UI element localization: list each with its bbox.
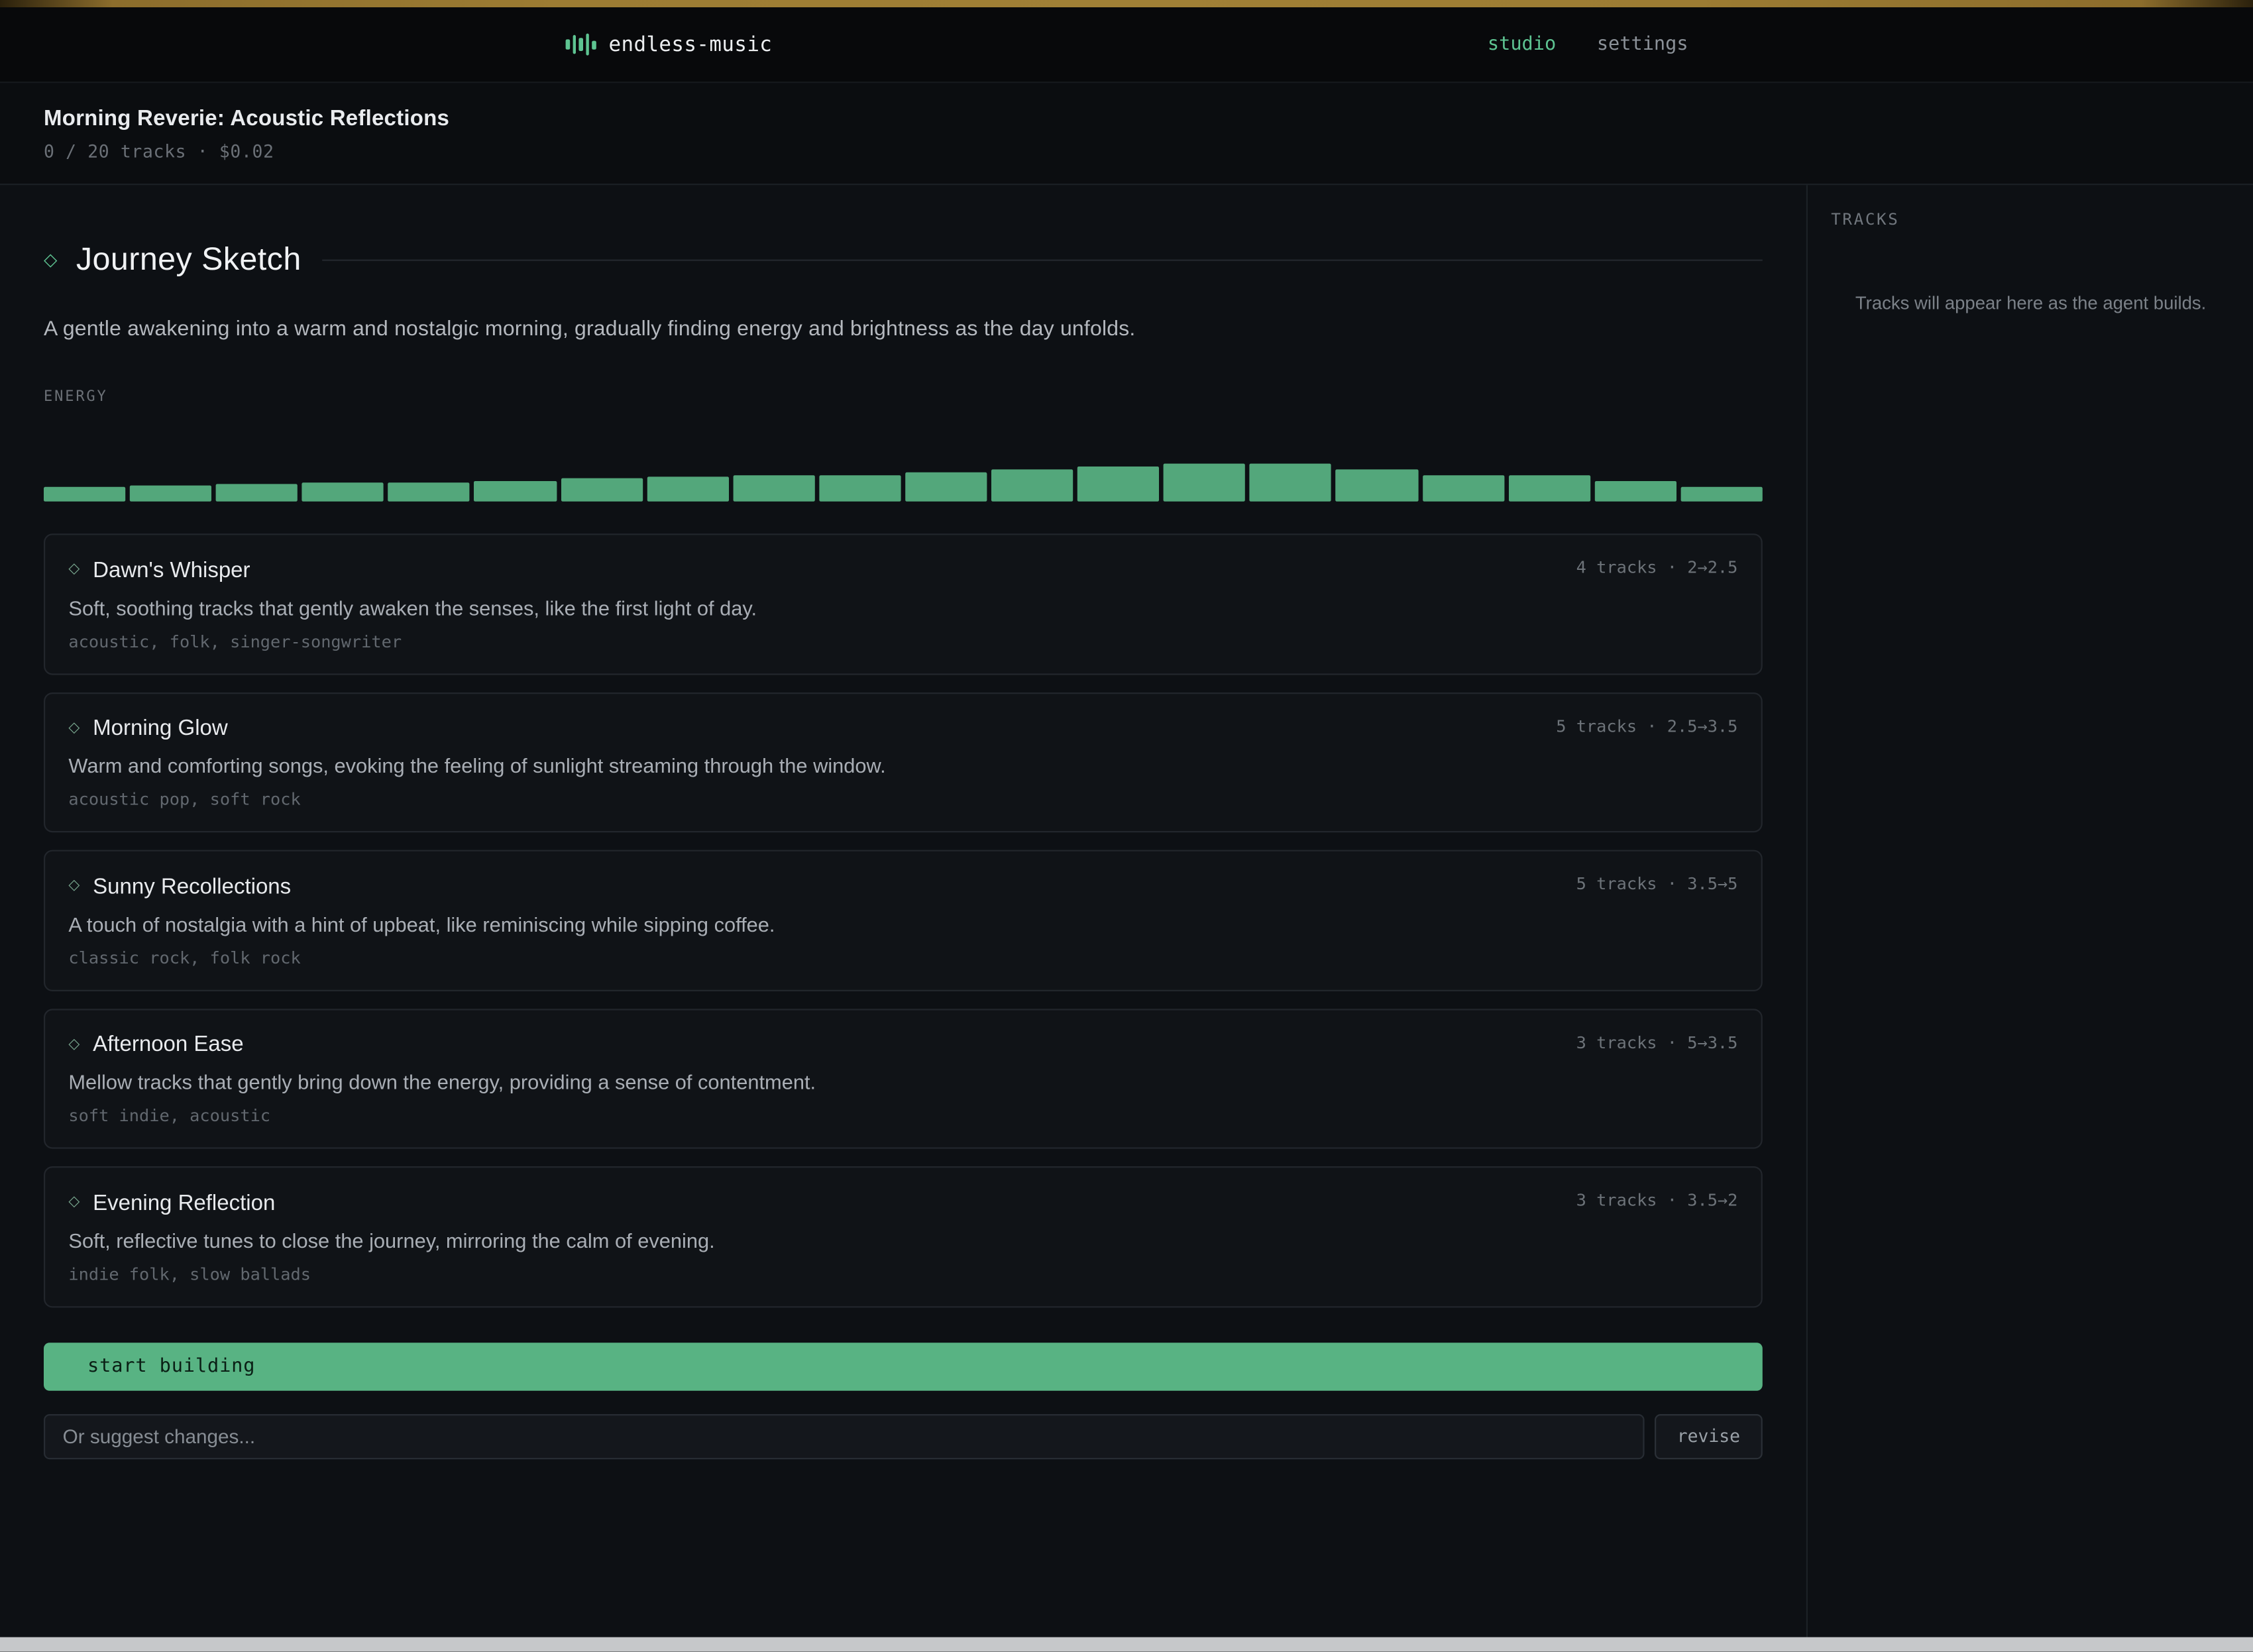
energy-bar — [1594, 481, 1676, 502]
energy-bar — [905, 472, 987, 502]
phase-description: Warm and comforting songs, evoking the f… — [68, 753, 1737, 777]
energy-bar — [302, 482, 384, 502]
phase-name: Afternoon Ease — [93, 1032, 243, 1057]
phase-head: ◇ Sunny Recollections 5 tracks · 3.5→5 — [68, 873, 1737, 899]
phase-head: ◇ Morning Glow 5 tracks · 2.5→3.5 — [68, 715, 1737, 741]
journey-description: A gentle awakening into a warm and nosta… — [44, 318, 1763, 341]
nav-studio[interactable]: studio — [1488, 34, 1556, 56]
phase-genres: classic rock, folk rock — [68, 947, 1737, 967]
energy-bar — [991, 469, 1073, 501]
diamond-icon: ◇ — [68, 1037, 80, 1052]
phase-meta: 5 tracks · 3.5→5 — [1576, 873, 1738, 894]
project-header: Morning Reverie: Acoustic Reflections 0 … — [0, 83, 2253, 185]
phase-card: ◇ Evening Reflection 3 tracks · 3.5→2 Soft,… — [44, 1166, 1763, 1307]
phase-genres: acoustic pop, soft rock — [68, 789, 1737, 809]
phase-genres: indie folk, slow ballads — [68, 1263, 1737, 1284]
energy-bar — [1164, 464, 1245, 502]
phase-meta: 3 tracks · 5→3.5 — [1576, 1032, 1738, 1052]
energy-bar — [1680, 487, 1762, 502]
revise-button[interactable]: revise — [1655, 1413, 1763, 1459]
phase-meta: 3 tracks · 3.5→2 — [1576, 1189, 1738, 1210]
brand[interactable]: endless-music — [566, 33, 773, 56]
energy-bar — [130, 486, 211, 502]
app-window: endless-music studio settings Morning Re… — [0, 0, 2253, 1652]
phase-card: ◇ Sunny Recollections 5 tracks · 3.5→5 A to… — [44, 850, 1763, 991]
section-title: Journey Sketch — [76, 241, 302, 278]
energy-bar — [44, 487, 125, 502]
phase-head: ◇ Evening Reflection 3 tracks · 3.5→2 — [68, 1189, 1737, 1215]
tracks-heading: TRACKS — [1831, 210, 2230, 229]
diamond-icon: ◇ — [68, 879, 80, 894]
main-row: ◇ Journey Sketch A gentle awakening into… — [0, 185, 2253, 1637]
energy-bar — [1077, 467, 1159, 502]
top-accent-bar — [0, 0, 2253, 7]
energy-bar — [819, 475, 901, 502]
energy-bar — [1250, 464, 1331, 502]
phase-name: Dawn's Whisper — [93, 558, 250, 582]
phase-genres: soft indie, acoustic — [68, 1105, 1737, 1126]
energy-bar — [647, 476, 728, 501]
phase-card: ◇ Dawn's Whisper 4 tracks · 2→2.5 Soft, soo… — [44, 533, 1763, 674]
tracks-sidebar: TRACKS Tracks will appear here as the ag… — [1808, 185, 2253, 1637]
energy-bar — [1336, 469, 1417, 501]
phase-genres: acoustic, folk, singer-songwriter — [68, 631, 1737, 651]
energy-bar — [561, 478, 642, 502]
phase-name: Evening Reflection — [93, 1190, 275, 1215]
phase-card: ◇ Morning Glow 5 tracks · 2.5→3.5 Warm and … — [44, 692, 1763, 832]
energy-bar — [216, 484, 298, 501]
divider — [321, 259, 1762, 260]
energy-bar — [1422, 475, 1504, 502]
diamond-icon: ◇ — [44, 250, 57, 268]
phase-head: ◇ Dawn's Whisper 4 tracks · 2→2.5 — [68, 557, 1737, 582]
equalizer-icon — [566, 34, 596, 56]
energy-label: ENERGY — [44, 389, 1763, 405]
brand-name: endless-music — [609, 33, 773, 56]
tracks-empty-message: Tracks will appear here as the agent bui… — [1831, 293, 2230, 313]
phase-head: ◇ Afternoon Ease 3 tracks · 5→3.5 — [68, 1032, 1737, 1058]
energy-bar — [474, 481, 556, 502]
phase-name: Sunny Recollections — [93, 874, 291, 899]
journey-panel: ◇ Journey Sketch A gentle awakening into… — [0, 185, 1808, 1637]
phase-meta: 5 tracks · 2.5→3.5 — [1556, 715, 1737, 736]
suggest-row: revise — [44, 1413, 1763, 1459]
horizontal-scrollbar[interactable] — [0, 1637, 2253, 1652]
phase-list: ◇ Dawn's Whisper 4 tracks · 2→2.5 Soft, soo… — [44, 533, 1763, 1307]
energy-bar — [388, 482, 470, 502]
phase-description: Mellow tracks that gently bring down the… — [68, 1070, 1737, 1093]
phase-card: ◇ Afternoon Ease 3 tracks · 5→3.5 Mellow tr… — [44, 1008, 1763, 1148]
phase-description: A touch of nostalgia with a hint of upbe… — [68, 912, 1737, 935]
nav-settings[interactable]: settings — [1597, 34, 1688, 56]
energy-bar — [733, 475, 814, 502]
diamond-icon: ◇ — [68, 563, 80, 577]
project-title: Morning Reverie: Acoustic Reflections — [44, 106, 2210, 131]
phase-description: Soft, soothing tracks that gently awaken… — [68, 596, 1737, 619]
diamond-icon: ◇ — [68, 1195, 80, 1210]
energy-chart — [44, 411, 1763, 501]
phase-description: Soft, reflective tunes to close the jour… — [68, 1229, 1737, 1252]
app-header: endless-music studio settings — [0, 7, 2253, 83]
phase-name: Morning Glow — [93, 716, 228, 740]
main-nav: studio settings — [1488, 34, 1688, 56]
energy-bar — [1508, 475, 1590, 502]
phase-meta: 4 tracks · 2→2.5 — [1576, 557, 1738, 577]
diamond-icon: ◇ — [68, 721, 80, 736]
section-head: ◇ Journey Sketch — [44, 241, 1763, 278]
suggest-input[interactable] — [44, 1413, 1645, 1459]
project-stats: 0 / 20 tracks · $0.02 — [44, 140, 2210, 161]
start-building-button[interactable]: start building — [44, 1342, 1763, 1390]
